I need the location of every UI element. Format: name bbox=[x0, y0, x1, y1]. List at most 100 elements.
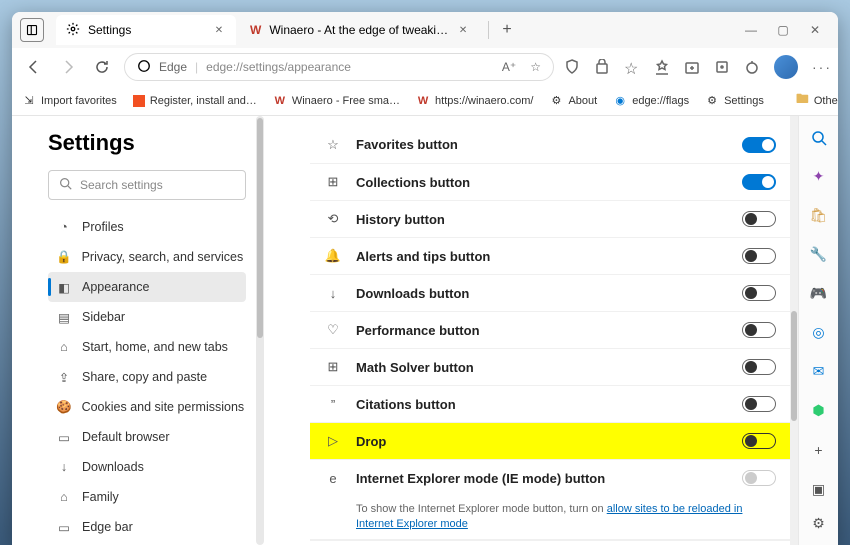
setting-label: Downloads button bbox=[356, 286, 469, 301]
sidebar-item-downloads[interactable]: ↓Downloads bbox=[48, 452, 246, 482]
reading-icon[interactable]: A⁺ bbox=[502, 60, 516, 74]
hide-rail-icon[interactable]: ▣ bbox=[809, 479, 829, 499]
nav-icon: ⌂ bbox=[56, 489, 72, 505]
main-scrollbar[interactable] bbox=[790, 116, 798, 545]
tab-winaero[interactable]: W Winaero - At the edge of tweaki… ✕ bbox=[240, 15, 480, 45]
setting-row-downloads-button: ↓ Downloads button bbox=[310, 274, 790, 311]
games-icon[interactable]: 🎮 bbox=[809, 284, 829, 303]
titlebar: Settings ✕ W Winaero - At the edge of tw… bbox=[12, 12, 838, 48]
toggle-collections-button[interactable] bbox=[742, 174, 776, 190]
minimize-button[interactable]: — bbox=[744, 23, 758, 37]
nav-icon: ▭ bbox=[56, 429, 72, 445]
search-input[interactable]: Search settings bbox=[48, 170, 246, 200]
sidebar-item-share-copy-and-paste[interactable]: ⇪Share, copy and paste bbox=[48, 362, 246, 392]
fav-link[interactable]: ⚙About bbox=[549, 94, 597, 108]
maximize-button[interactable]: ▢ bbox=[776, 23, 790, 37]
new-tab-button[interactable]: + bbox=[493, 16, 521, 44]
setting-icon: ☆ bbox=[324, 136, 342, 154]
sidebar-item-edge-bar[interactable]: ▭Edge bar bbox=[48, 512, 246, 542]
office-icon[interactable]: ◎ bbox=[809, 323, 829, 342]
sidebar-item-family[interactable]: ⌂Family bbox=[48, 482, 246, 512]
fav-link[interactable]: Whttps://winaero.com/ bbox=[416, 94, 533, 108]
fav-link[interactable]: Register, install and… bbox=[133, 95, 257, 107]
ie-mode-link[interactable]: allow sites to be reloaded in Internet E… bbox=[356, 503, 742, 530]
browser-window: Settings ✕ W Winaero - At the edge of tw… bbox=[12, 12, 838, 545]
sidebar-item-privacy-search-and-services[interactable]: 🔒Privacy, search, and services bbox=[48, 242, 246, 272]
search-icon bbox=[59, 177, 72, 193]
tools-icon[interactable]: 🔧 bbox=[809, 245, 829, 264]
nav-icon: ⇪ bbox=[56, 369, 72, 385]
toggle-alerts-and-tips-button[interactable] bbox=[742, 248, 776, 264]
page-title: Settings bbox=[48, 130, 246, 156]
url-input[interactable]: Edge | edge://settings/appearance A⁺ ☆ bbox=[124, 53, 554, 81]
drop-rail-icon[interactable]: ⬢ bbox=[809, 401, 829, 420]
favorite-star-icon[interactable]: ☆ bbox=[530, 60, 541, 74]
toggle-internet-explorer-mode-ie-mode-button[interactable] bbox=[742, 470, 776, 486]
w-icon: W bbox=[416, 94, 430, 108]
w-icon: W bbox=[273, 94, 287, 108]
sidebar-item-default-browser[interactable]: ▭Default browser bbox=[48, 422, 246, 452]
favorites-hub-icon[interactable] bbox=[654, 59, 670, 75]
nav-icon: ⌂ bbox=[56, 339, 72, 355]
toggle-history-button[interactable] bbox=[742, 211, 776, 227]
refresh-button[interactable] bbox=[90, 55, 114, 79]
collections-icon[interactable] bbox=[684, 59, 700, 75]
sidebar-item-cookies-and-site-permissions[interactable]: 🍪Cookies and site permissions bbox=[48, 392, 246, 422]
search-rail-icon[interactable] bbox=[809, 128, 829, 147]
sidebar-item-start-home-and-new-tabs[interactable]: ⌂Start, home, and new tabs bbox=[48, 332, 246, 362]
other-favorites[interactable]: 🖿Other favorites bbox=[796, 90, 838, 112]
content-area: Settings Search settings ◔Profiles🔒Priva… bbox=[12, 116, 838, 545]
tab-actions-icon[interactable] bbox=[20, 18, 44, 42]
sidebar-item-appearance[interactable]: ◧Appearance bbox=[48, 272, 246, 302]
toggle-citations-button[interactable] bbox=[742, 396, 776, 412]
toggle-downloads-button[interactable] bbox=[742, 285, 776, 301]
forward-button[interactable] bbox=[56, 55, 80, 79]
setting-label: Internet Explorer mode (IE mode) button bbox=[356, 471, 605, 486]
add-rail-icon[interactable]: + bbox=[809, 440, 829, 459]
shield-icon[interactable] bbox=[564, 59, 580, 75]
tab-settings[interactable]: Settings ✕ bbox=[56, 15, 236, 45]
import-favorites[interactable]: ⇲Import favorites bbox=[22, 94, 117, 108]
settings-main: ☆ Favorites button ⊞ Collections button … bbox=[258, 116, 798, 545]
toggle-performance-button[interactable] bbox=[742, 322, 776, 338]
sidebar-item-profiles[interactable]: ◔Profiles bbox=[48, 212, 246, 242]
close-icon[interactable]: ✕ bbox=[456, 23, 470, 37]
toggle-favorites-button[interactable] bbox=[742, 137, 776, 153]
outlook-icon[interactable]: ✉ bbox=[809, 362, 829, 381]
shopping-rail-icon[interactable]: 🛍 bbox=[809, 206, 829, 225]
discover-icon[interactable]: ✦ bbox=[809, 167, 829, 186]
shopping-icon[interactable] bbox=[594, 59, 610, 75]
fav-link[interactable]: ◉edge://flags bbox=[613, 94, 689, 108]
fav-link[interactable]: ⚙Settings bbox=[705, 94, 764, 108]
close-icon[interactable]: ✕ bbox=[212, 23, 226, 37]
sidebar-item-sidebar[interactable]: ▤Sidebar bbox=[48, 302, 246, 332]
setting-label: History button bbox=[356, 212, 445, 227]
tab-separator bbox=[488, 21, 489, 39]
edge-icon: ◉ bbox=[613, 94, 627, 108]
back-button[interactable] bbox=[22, 55, 46, 79]
site-favicon: W bbox=[250, 23, 261, 37]
extensions-icon[interactable] bbox=[714, 59, 730, 75]
profile-avatar[interactable] bbox=[774, 55, 798, 79]
toggle-math-solver-button[interactable] bbox=[742, 359, 776, 375]
setting-label: Collections button bbox=[356, 175, 470, 190]
url-text: edge://settings/appearance bbox=[206, 60, 494, 74]
rail-settings-icon[interactable]: ⚙ bbox=[809, 513, 829, 533]
setting-icon: e bbox=[324, 469, 342, 487]
setting-row-collections-button: ⊞ Collections button bbox=[310, 163, 790, 200]
setting-label: Drop bbox=[356, 434, 386, 449]
performance-icon[interactable] bbox=[744, 59, 760, 75]
edge-icon bbox=[137, 59, 151, 76]
toolbar: ☆ ··· bbox=[564, 55, 828, 79]
ie-mode-note: To show the Internet Explorer mode butto… bbox=[310, 496, 790, 540]
setting-label: Math Solver button bbox=[356, 360, 474, 375]
close-window-button[interactable]: ✕ bbox=[808, 23, 822, 37]
more-menu-button[interactable]: ··· bbox=[812, 59, 828, 75]
setting-label: Citations button bbox=[356, 397, 456, 412]
ms-icon bbox=[133, 95, 145, 107]
nav-label: Privacy, search, and services bbox=[82, 250, 244, 264]
toggle-drop[interactable] bbox=[742, 433, 776, 449]
fav-link[interactable]: WWinaero - Free sma… bbox=[273, 94, 400, 108]
favorites-bar-icon[interactable]: ☆ bbox=[624, 59, 640, 75]
nav-label: Appearance bbox=[82, 280, 149, 294]
